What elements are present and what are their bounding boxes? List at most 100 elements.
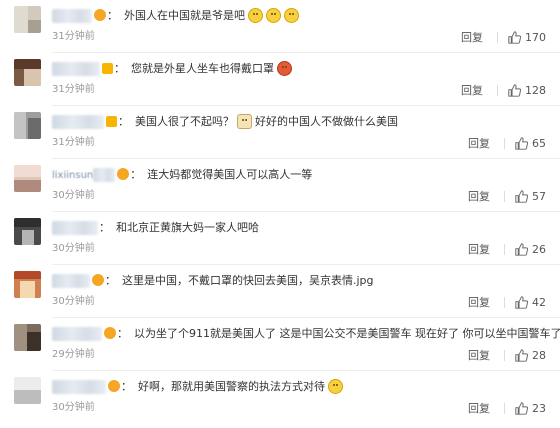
like-count: 26 [532, 242, 546, 256]
comment-actions: 回复 28 [468, 347, 546, 363]
smile-emoji-icon [248, 7, 263, 23]
smile-emoji-icon [284, 7, 299, 23]
reply-button[interactable]: 回复 [468, 241, 490, 257]
like-button[interactable]: 65 [515, 137, 546, 150]
comment-row: lixiinsun：连大妈都觉得美国人可以高人一等 30分钟前 回复 57 [0, 159, 560, 212]
like-count: 170 [525, 30, 546, 44]
like-button[interactable]: 28 [515, 349, 546, 362]
comment-content: ：外国人在中国就是爷是吧 [52, 7, 554, 25]
reply-button[interactable]: 回复 [468, 294, 490, 310]
timestamp: 31分钟前 [52, 31, 95, 42]
thumbs-up-icon [515, 136, 528, 150]
reply-button[interactable]: 回复 [468, 188, 490, 204]
comment-text: 和北京正黄旗大妈一家人吧哈 [116, 221, 259, 234]
comment-row: ：和北京正黄旗大妈一家人吧哈 30分钟前 回复 26 [0, 212, 560, 265]
thumbs-up-icon [508, 30, 521, 44]
comment-content: ：和北京正黄旗大妈一家人吧哈 [52, 219, 554, 237]
timestamp: 30分钟前 [52, 296, 95, 307]
like-count: 65 [532, 136, 546, 150]
like-button[interactable]: 23 [515, 402, 546, 415]
verified-badge-icon [106, 115, 117, 127]
comment-actions: 回复 170 [461, 29, 546, 45]
comment-row: ：美国人很了不起吗？ 好好的中国人不做做什么美国 31分钟前 回复 65 [0, 106, 560, 159]
username[interactable] [52, 221, 98, 235]
comment-actions: 回复 26 [468, 241, 546, 257]
member-badge-icon [108, 380, 120, 392]
mask-emoji-icon [277, 60, 292, 76]
comment-row: ：您就是外星人坐车也得戴口罩 31分钟前 回复 128 [0, 53, 560, 106]
comment-row: ：外国人在中国就是爷是吧 31分钟前 回复 170 [0, 0, 560, 53]
thumbs-up-icon [515, 189, 528, 203]
verified-badge-icon [102, 62, 113, 74]
smile-emoji-icon [266, 7, 281, 23]
member-badge-icon [104, 327, 116, 339]
comment-content: lixiinsun：连大妈都觉得美国人可以高人一等 [52, 168, 313, 182]
like-count: 42 [532, 295, 546, 309]
thumbs-up-icon [515, 401, 528, 415]
username[interactable] [52, 327, 102, 341]
username[interactable]: lixiinsun [52, 170, 93, 181]
reply-button[interactable]: 回复 [468, 400, 490, 416]
comment-row: ：这里是中国，不戴口罩的快回去美国，吴京表情.jpg 30分钟前 回复 42 [0, 265, 560, 318]
username[interactable] [52, 115, 104, 129]
thumbs-up-icon [515, 348, 528, 362]
reply-button[interactable]: 回复 [468, 135, 490, 151]
like-count: 28 [532, 348, 546, 362]
username[interactable] [52, 9, 92, 23]
comment-row: ：以为坐了个911就是美国人了 这是中国公交不是美国警车 现在好了 你可以坐中国… [0, 318, 560, 371]
like-button[interactable]: 170 [508, 31, 546, 44]
reply-button[interactable]: 回复 [468, 347, 490, 363]
comment-text: 连大妈都觉得美国人可以高人一等 [147, 168, 313, 181]
comment-actions: 回复 128 [461, 82, 546, 98]
timestamp: 30分钟前 [52, 402, 95, 413]
comment-actions: 回复 23 [468, 400, 546, 416]
avatar[interactable] [14, 6, 41, 33]
avatar[interactable] [14, 112, 41, 139]
member-badge-icon [117, 168, 130, 180]
comment-content: ：这里是中国，不戴口罩的快回去美国，吴京表情.jpg [52, 272, 554, 290]
comment-content: ：以为坐了个911就是美国人了 这是中国公交不是美国警车 现在好了 你可以坐中国… [52, 325, 560, 343]
like-button[interactable]: 57 [515, 190, 546, 203]
cat-emoji-icon [237, 113, 252, 129]
comment-actions: 回复 42 [468, 294, 546, 310]
thumbs-up-icon [508, 83, 521, 97]
reply-button[interactable]: 回复 [461, 29, 483, 45]
timestamp: 29分钟前 [52, 349, 95, 360]
comment-content: ：您就是外星人坐车也得戴口罩 [52, 60, 554, 78]
comment-actions: 回复 65 [468, 135, 546, 151]
avatar[interactable] [14, 59, 41, 86]
username[interactable] [52, 380, 106, 394]
laugh-emoji-icon [328, 378, 343, 394]
timestamp: 31分钟前 [52, 137, 95, 148]
timestamp: 31分钟前 [52, 84, 95, 95]
thumbs-up-icon [515, 242, 528, 256]
like-button[interactable]: 26 [515, 243, 546, 256]
comment-text: 好啊，那就用美国警察的执法方式对待 [138, 380, 325, 393]
member-badge-icon [94, 9, 106, 21]
comment-text: 您就是外星人坐车也得戴口罩 [131, 62, 274, 75]
like-button[interactable]: 128 [508, 84, 546, 97]
avatar[interactable] [14, 271, 41, 298]
comment-text: 美国人很了不起吗？ [135, 115, 234, 128]
comment-text-continued: 好好的中国人不做做什么美国 [255, 115, 398, 128]
thumbs-up-icon [515, 295, 528, 309]
avatar[interactable] [14, 218, 41, 245]
comment-text: 这里是中国，不戴口罩的快回去美国，吴京表情.jpg [122, 274, 374, 287]
avatar[interactable] [14, 377, 41, 404]
like-count: 57 [532, 189, 546, 203]
comment-text: 外国人在中国就是爷是吧 [124, 9, 245, 22]
comment-text: 以为坐了个911就是美国人了 这是中国公交不是美国警车 现在好了 你可以坐中国警… [134, 327, 560, 340]
avatar[interactable] [14, 324, 41, 351]
reply-button[interactable]: 回复 [461, 82, 483, 98]
timestamp: 30分钟前 [52, 243, 95, 254]
like-button[interactable]: 42 [515, 296, 546, 309]
username[interactable] [52, 62, 100, 76]
like-count: 128 [525, 83, 546, 97]
comment-content: ：美国人很了不起吗？ 好好的中国人不做做什么美国 [52, 113, 554, 131]
timestamp: 30分钟前 [52, 190, 95, 201]
username[interactable] [52, 274, 90, 288]
comment-actions: 回复 57 [468, 188, 546, 204]
avatar[interactable] [14, 165, 41, 192]
like-count: 23 [532, 401, 546, 415]
comment-content: ：好啊，那就用美国警察的执法方式对待 [52, 378, 554, 396]
